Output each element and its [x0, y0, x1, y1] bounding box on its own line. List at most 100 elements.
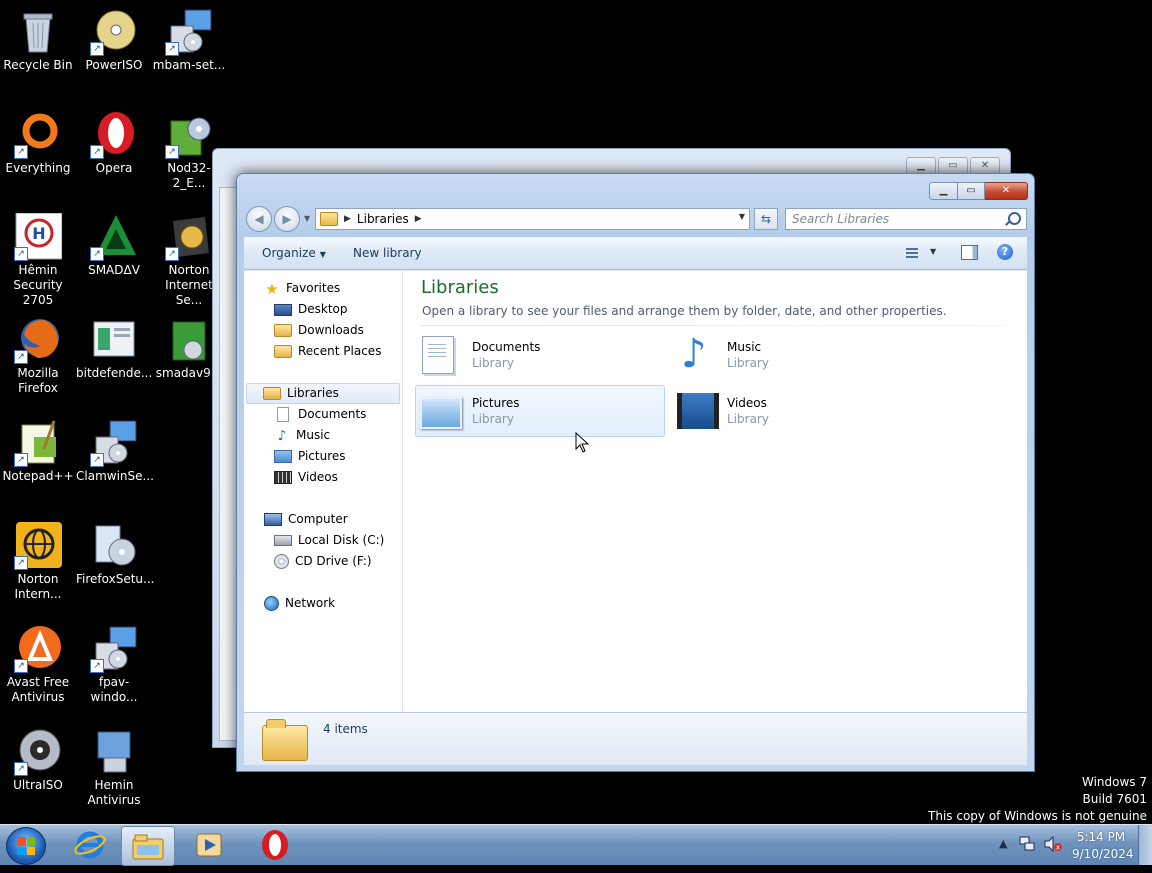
nav-label: Documents	[298, 407, 367, 421]
desktop-icon-smadav[interactable]: ↗ SMADΔV	[76, 213, 152, 278]
shortcut-arrow-icon: ↗	[90, 145, 104, 159]
shortcut-arrow-icon: ↗	[90, 453, 104, 467]
desktop-icon-label: FirefoxSetu...	[76, 572, 155, 586]
nav-pictures[interactable]: Pictures	[274, 446, 346, 467]
start-button[interactable]	[6, 827, 46, 865]
desktop-icon-label: Mozilla Firefox	[17, 366, 59, 395]
desktop-icon-opera[interactable]: ↗ Opera	[76, 111, 152, 176]
pictures-icon	[274, 450, 292, 463]
breadcrumb-separator-icon[interactable]: ▶	[344, 214, 351, 224]
volume-muted-icon[interactable]: x	[1043, 835, 1063, 856]
poweriso-icon: ↗	[90, 8, 138, 56]
nav-label: Recent Places	[298, 344, 382, 358]
desktop-icon-notepad-plus-plus[interactable]: ↗ Notepad++	[0, 419, 76, 484]
nav-cd-drive[interactable]: CD Drive (F:)	[274, 551, 372, 572]
taskbar-internet-explorer[interactable]	[64, 826, 116, 864]
minimize-button[interactable]: ▁	[929, 182, 958, 200]
library-name: Videos	[727, 396, 767, 410]
desktop-icon-hemin-security[interactable]: H ↗ Hêmin Security 2705	[0, 212, 76, 308]
network-tray-icon[interactable]	[1018, 835, 1036, 856]
show-desktop-button[interactable]	[1138, 825, 1152, 865]
breadcrumb-libraries[interactable]: Libraries	[357, 212, 409, 226]
nav-recent-places[interactable]: Recent Places	[274, 341, 381, 362]
nav-libraries[interactable]: Libraries	[246, 383, 400, 404]
forward-button[interactable]: ▶	[274, 206, 300, 232]
desktop-icon	[274, 303, 292, 316]
bitdefender-icon	[90, 316, 138, 364]
recent-pages-dropdown-icon[interactable]: ▼	[304, 214, 310, 223]
desktop-icon-hemin-antivirus[interactable]: Hemin Antivirus	[76, 728, 152, 808]
nav-documents[interactable]: Documents	[274, 404, 366, 425]
system-clock[interactable]: 5:14 PM 9/10/2024	[1072, 829, 1134, 863]
everything-icon: ↗	[14, 111, 62, 159]
computer-icon	[264, 513, 282, 526]
explorer-window: ▁ ▭ ✕ ◀ ▶ ▼ ▶ Libraries ▶ ▼ ⇆ Search Lib…	[236, 173, 1035, 772]
library-type: Library	[472, 412, 514, 426]
installer-icon: ↗	[90, 419, 138, 467]
shortcut-arrow-icon: ↗	[90, 659, 104, 673]
organize-button[interactable]: Organize ▼	[262, 246, 326, 260]
help-icon[interactable]: ?	[997, 244, 1013, 260]
desktop-icon-firefox-setup[interactable]: FirefoxSetu...	[76, 522, 155, 587]
change-view-icon[interactable]	[906, 246, 922, 260]
search-input[interactable]: Search Libraries	[785, 208, 1027, 230]
shortcut-arrow-icon: ↗	[14, 556, 28, 570]
library-tile-music[interactable]: ♪ Music Library	[670, 329, 920, 381]
shortcut-arrow-icon: ↗	[14, 145, 28, 159]
clock-time: 5:14 PM	[1076, 830, 1126, 844]
nav-favorites[interactable]: ★ Favorites	[264, 278, 340, 299]
address-history-dropdown-icon[interactable]: ▼	[739, 212, 745, 221]
nav-network[interactable]: Network	[264, 593, 335, 614]
smadav-installer-icon	[165, 316, 213, 364]
taskbar-windows-explorer[interactable]	[121, 826, 175, 866]
preview-pane-icon[interactable]	[961, 245, 978, 260]
desktop-icon-recycle-bin[interactable]: Recycle Bin	[0, 8, 76, 73]
desktop-icon-norton[interactable]: ↗ Norton Intern...	[0, 522, 76, 602]
desktop-icon-fpav-windows[interactable]: ↗ fpav-windo...	[76, 625, 152, 705]
taskbar-media-player[interactable]	[183, 826, 235, 864]
shortcut-arrow-icon: ↗	[165, 42, 179, 56]
library-type: Library	[472, 356, 514, 370]
library-tile-pictures[interactable]: Pictures Library	[415, 385, 665, 437]
desktop-icon-mbam-setup[interactable]: ↗ mbam-set...	[151, 8, 227, 73]
address-bar[interactable]: ▶ Libraries ▶ ▼	[315, 208, 750, 230]
desktop-icon-everything[interactable]: ↗ Everything	[0, 111, 76, 176]
new-library-button[interactable]: New library	[353, 246, 422, 260]
recycle-bin-icon	[14, 8, 62, 56]
nav-local-disk[interactable]: Local Disk (C:)	[274, 530, 384, 551]
nav-label: Desktop	[298, 302, 348, 316]
page-subtitle: Open a library to see your files and arr…	[422, 304, 947, 318]
desktop-icon-avast[interactable]: ↗ Avast Free Antivirus	[0, 625, 76, 705]
installer-icon: ↗	[165, 8, 213, 56]
nav-downloads[interactable]: Downloads	[274, 320, 364, 341]
desktop-icon-clamwin-setup[interactable]: ↗ ClamwinSe...	[76, 419, 154, 484]
desktop-icon-poweriso[interactable]: ↗ PowerISO	[76, 8, 152, 73]
nav-desktop[interactable]: Desktop	[274, 299, 348, 320]
nav-music[interactable]: ♪ Music	[274, 425, 331, 446]
close-button[interactable]: ✕	[985, 182, 1028, 200]
nav-label: CD Drive (F:)	[295, 554, 372, 568]
firefox-icon: ↗	[14, 316, 62, 364]
desktop-icon-firefox[interactable]: ↗ Mozilla Firefox	[0, 316, 76, 396]
library-name: Documents	[472, 340, 541, 354]
breadcrumb-separator-icon[interactable]: ▶	[415, 214, 422, 224]
organize-label: Organize	[262, 246, 316, 260]
library-tile-documents[interactable]: Documents Library	[415, 329, 665, 381]
documents-library-icon	[416, 333, 464, 377]
videos-library-icon	[671, 389, 719, 433]
library-tile-videos[interactable]: Videos Library	[670, 385, 920, 437]
shortcut-arrow-icon: ↗	[165, 145, 179, 159]
desktop-icon-ultraiso[interactable]: ↗ UltraISO	[0, 728, 76, 793]
notepad-plus-plus-icon: ↗	[14, 419, 62, 467]
nod32-icon: ↗	[165, 111, 213, 159]
nav-videos[interactable]: Videos	[274, 467, 338, 488]
refresh-button[interactable]: ⇆	[754, 208, 778, 230]
taskbar-opera[interactable]	[249, 826, 301, 864]
show-hidden-icons-button[interactable]: ▲	[999, 837, 1007, 850]
view-options-dropdown-icon[interactable]: ▼	[930, 247, 936, 256]
nav-computer[interactable]: Computer	[264, 509, 348, 530]
desktop-icon-bitdefender[interactable]: bitdefende...	[76, 316, 152, 381]
maximize-button[interactable]: ▭	[958, 182, 985, 200]
back-button[interactable]: ◀	[246, 206, 272, 232]
nav-label: Pictures	[298, 449, 346, 463]
